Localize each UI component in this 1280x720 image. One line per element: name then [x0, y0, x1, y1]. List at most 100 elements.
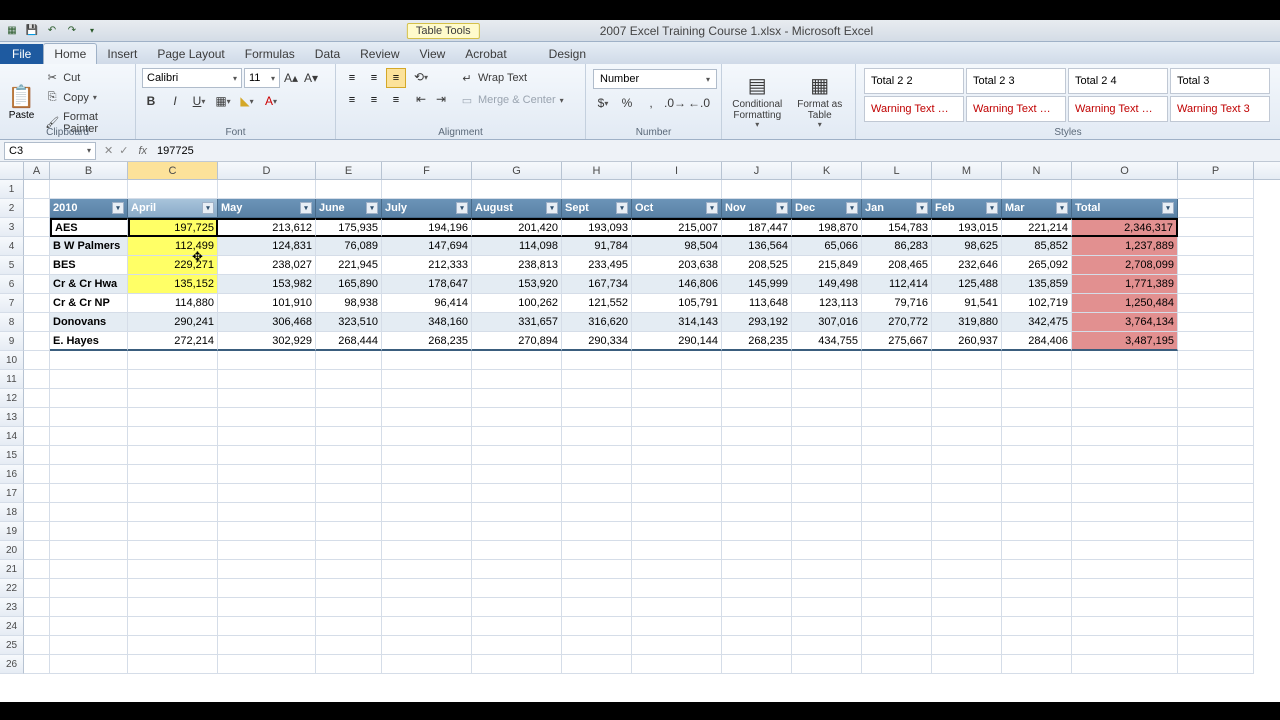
cell-B9[interactable]: E. Hayes: [50, 332, 128, 351]
cell-I8[interactable]: 314,143: [632, 313, 722, 332]
cell-O18[interactable]: [1072, 503, 1178, 522]
style-total23[interactable]: Total 2 3: [966, 68, 1066, 94]
cell-K25[interactable]: [792, 636, 862, 655]
cell-G14[interactable]: [472, 427, 562, 446]
table-header-Oct[interactable]: Oct▾: [632, 199, 722, 218]
cell-N18[interactable]: [1002, 503, 1072, 522]
cell-E16[interactable]: [316, 465, 382, 484]
cell-K6[interactable]: 149,498: [792, 275, 862, 294]
cell-J20[interactable]: [722, 541, 792, 560]
cell-P19[interactable]: [1178, 522, 1254, 541]
cell-N3[interactable]: 221,214: [1002, 218, 1072, 237]
row-header-12[interactable]: 12: [0, 389, 24, 408]
cell-G20[interactable]: [472, 541, 562, 560]
cell-N16[interactable]: [1002, 465, 1072, 484]
cell-N12[interactable]: [1002, 389, 1072, 408]
cell-O17[interactable]: [1072, 484, 1178, 503]
cell-N6[interactable]: 135,859: [1002, 275, 1072, 294]
cell-G18[interactable]: [472, 503, 562, 522]
cell-O16[interactable]: [1072, 465, 1178, 484]
cell-K9[interactable]: 434,755: [792, 332, 862, 351]
cell-K14[interactable]: [792, 427, 862, 446]
cell-I24[interactable]: [632, 617, 722, 636]
cell-M4[interactable]: 98,625: [932, 237, 1002, 256]
formula-input[interactable]: 197725: [153, 145, 1280, 157]
cell-C20[interactable]: [128, 541, 218, 560]
cell-A18[interactable]: [24, 503, 50, 522]
cell-F13[interactable]: [382, 408, 472, 427]
cell-A6[interactable]: [24, 275, 50, 294]
cell-B4[interactable]: B W Palmers: [50, 237, 128, 256]
cell-P22[interactable]: [1178, 579, 1254, 598]
cell-M17[interactable]: [932, 484, 1002, 503]
cell-P6[interactable]: [1178, 275, 1254, 294]
border-button[interactable]: ▦▾: [214, 92, 232, 110]
cell-H7[interactable]: 121,552: [562, 294, 632, 313]
cell-E3[interactable]: 175,935: [316, 218, 382, 237]
cell-A20[interactable]: [24, 541, 50, 560]
cell-C19[interactable]: [128, 522, 218, 541]
cell-L18[interactable]: [862, 503, 932, 522]
cell-D14[interactable]: [218, 427, 316, 446]
cell-N1[interactable]: [1002, 180, 1072, 199]
cell-C18[interactable]: [128, 503, 218, 522]
cell-O26[interactable]: [1072, 655, 1178, 674]
cell-B26[interactable]: [50, 655, 128, 674]
cell-H9[interactable]: 290,334: [562, 332, 632, 351]
cell-J21[interactable]: [722, 560, 792, 579]
cell-D21[interactable]: [218, 560, 316, 579]
style-warn1[interactable]: Warning Text …: [864, 96, 964, 122]
cell-H10[interactable]: [562, 351, 632, 370]
row-header-1[interactable]: 1: [0, 180, 24, 199]
undo-icon[interactable]: ↶: [44, 23, 60, 39]
cell-P3[interactable]: [1178, 218, 1254, 237]
orientation-button[interactable]: ⟲▾: [412, 68, 430, 86]
format-as-table-button[interactable]: ▦Format as Table▾: [789, 66, 852, 139]
align-top[interactable]: ≡: [342, 68, 362, 88]
cell-N23[interactable]: [1002, 598, 1072, 617]
tab-file[interactable]: File: [0, 44, 43, 64]
cell-O10[interactable]: [1072, 351, 1178, 370]
cell-O24[interactable]: [1072, 617, 1178, 636]
cell-H1[interactable]: [562, 180, 632, 199]
col-header-F[interactable]: F: [382, 162, 472, 179]
cell-L11[interactable]: [862, 370, 932, 389]
cancel-icon[interactable]: ✕: [104, 144, 113, 157]
cell-F7[interactable]: 96,414: [382, 294, 472, 313]
cell-E9[interactable]: 268,444: [316, 332, 382, 351]
table-header-Dec[interactable]: Dec▾: [792, 199, 862, 218]
cell-G4[interactable]: 114,098: [472, 237, 562, 256]
cell-D18[interactable]: [218, 503, 316, 522]
cell-D1[interactable]: [218, 180, 316, 199]
cell-E1[interactable]: [316, 180, 382, 199]
col-header-G[interactable]: G: [472, 162, 562, 179]
col-header-K[interactable]: K: [792, 162, 862, 179]
cell-N25[interactable]: [1002, 636, 1072, 655]
cell-J3[interactable]: 187,447: [722, 218, 792, 237]
cell-I25[interactable]: [632, 636, 722, 655]
cell-M7[interactable]: 91,541: [932, 294, 1002, 313]
cell-C6[interactable]: 135,152: [128, 275, 218, 294]
style-total3[interactable]: Total 3: [1170, 68, 1270, 94]
cell-A9[interactable]: [24, 332, 50, 351]
cell-C17[interactable]: [128, 484, 218, 503]
cell-A1[interactable]: [24, 180, 50, 199]
cell-K18[interactable]: [792, 503, 862, 522]
cell-B13[interactable]: [50, 408, 128, 427]
cell-G15[interactable]: [472, 446, 562, 465]
style-warn3[interactable]: Warning Text …: [1068, 96, 1168, 122]
cell-A25[interactable]: [24, 636, 50, 655]
tab-acrobat[interactable]: Acrobat: [455, 44, 516, 64]
cell-G8[interactable]: 331,657: [472, 313, 562, 332]
cell-I7[interactable]: 105,791: [632, 294, 722, 313]
table-header-April[interactable]: April▾: [128, 199, 218, 218]
decrease-indent[interactable]: ⇤: [412, 90, 430, 108]
tab-insert[interactable]: Insert: [97, 44, 147, 64]
cell-M14[interactable]: [932, 427, 1002, 446]
cell-C11[interactable]: [128, 370, 218, 389]
cell-F10[interactable]: [382, 351, 472, 370]
col-header-I[interactable]: I: [632, 162, 722, 179]
cell-I21[interactable]: [632, 560, 722, 579]
cell-E6[interactable]: 165,890: [316, 275, 382, 294]
cell-L15[interactable]: [862, 446, 932, 465]
